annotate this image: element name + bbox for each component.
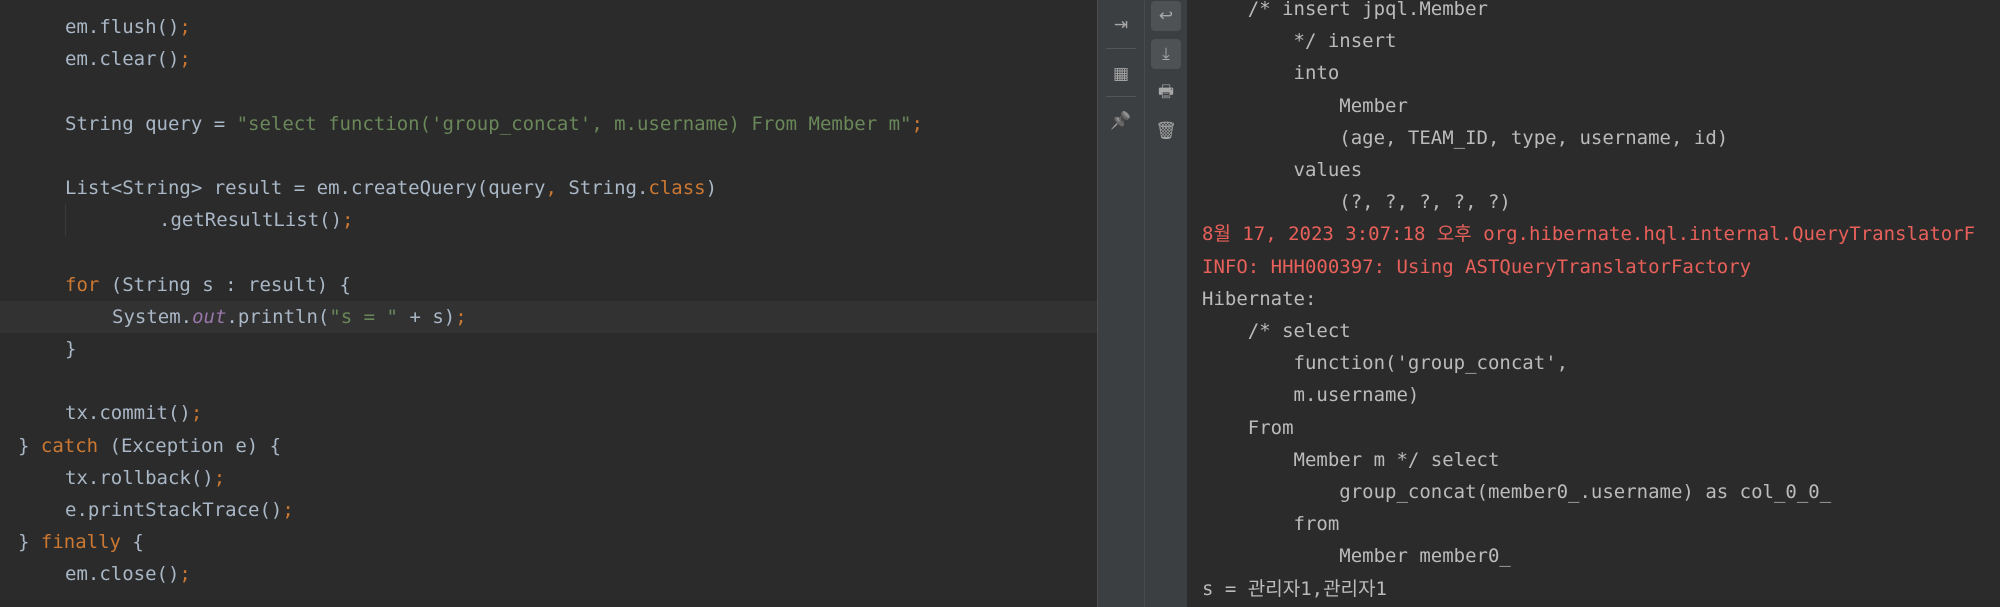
code-token: + s) [398,305,456,328]
code-line-rollback[interactable]: tx.rollback(); [0,462,1097,494]
code-token: ; [282,499,294,521]
scroll-to-end-button[interactable]: ⤓ [1151,39,1181,69]
code-line-flush[interactable]: em.flush(); [0,11,1097,43]
console-log-line: Member member0_ [1202,545,1511,568]
console-log-line: s = 관리자1,관리자1 [1202,577,1387,600]
code-line-blank2[interactable] [0,140,1097,172]
code-token: String query = [65,112,237,135]
code-token: String. [556,177,649,199]
code-token: finally [40,531,121,554]
code-token: { [120,531,144,554]
code-token: ; [179,16,191,38]
code-token: System. [112,305,193,328]
toolbar-separator [1106,96,1136,97]
code-line-clear[interactable]: em.clear(); [0,43,1097,75]
code-token: , [545,177,557,199]
layout-button[interactable]: ▦ [1106,59,1136,89]
console-log-line: from [1202,513,1340,536]
code-token: ; [213,466,226,489]
code-token: for [65,273,100,296]
code-line-finally[interactable]: } finally { [0,526,1097,558]
console-log-line: (?, ?, ?, ?, ?) [1202,191,1511,214]
code-token: } [18,531,41,554]
layout-icon: ▦ [1112,64,1130,84]
code-token: e.printStackTrace() [65,499,283,521]
soft-wrap-icon: ↩ [1158,6,1174,26]
code-token: "s = " [329,305,398,328]
code-token: (String s : result) { [99,273,351,296]
console-log-line: function('group_concat', [1202,352,1569,375]
code-token: "select function('group_concat', m.usern… [236,112,912,135]
code-line-catch[interactable]: } catch (Exception e) { [0,430,1097,462]
code-line-query[interactable]: String query = "select function('group_c… [0,108,1097,140]
code-editor[interactable]: em.flush(); em.clear(); String query = "se… [0,0,1097,607]
pin-icon: 📌 [1110,111,1132,131]
code-line-for[interactable]: for (String s : result) { [0,269,1097,301]
run-console-output[interactable]: /* insert jpql.Member */ insert into Mem… [1187,0,2000,607]
console-log-line: /* select [1202,320,1351,342]
console-log-line: */ insert [1202,30,1397,53]
console-log-line: into [1202,62,1340,85]
console-log-line: Hibernate: [1202,287,1317,310]
restore-layout-icon: ⇥ [1113,15,1129,35]
code-line-emclose[interactable]: em.close(); [0,558,1097,590]
code-line-printstack[interactable]: e.printStackTrace(); [0,494,1097,526]
trash-button[interactable]: 🗑 [1151,116,1181,146]
code-line-blank1[interactable] [0,75,1097,107]
print-icon: 🖶 [1157,81,1175,102]
code-token: em.flush() [65,16,180,38]
code-token: em.close() [65,563,180,586]
code-line-blank3[interactable] [0,236,1097,268]
code-token: .println( [226,305,330,328]
code-token: em.clear() [65,48,180,71]
code-token: tx.commit() [65,402,191,425]
ide-window: em.flush(); em.clear(); String query = "se… [0,0,2000,607]
code-token: ; [911,112,923,135]
code-token: } [65,338,77,360]
code-line-blank4[interactable] [0,365,1097,397]
code-line-getresult[interactable]: .getResultList(); [0,204,1097,236]
code-line-println[interactable]: System.out.println("s = " + s); [0,300,1097,333]
console-log-line: (age, TEAM_ID, type, username, id) [1202,126,1729,149]
trash-icon: 🗑 [1155,121,1177,141]
soft-wrap-button[interactable]: ↩ [1151,1,1181,31]
console-log-line-error: 8월 17, 2023 3:07:18 오후 org.hibernate.hql… [1202,223,1976,246]
code-token: (Exception e) { [98,434,282,457]
code-token: ) [705,177,718,199]
code-token: class [648,177,706,199]
console-log-line: group_concat(member0_.username) as col_0… [1202,481,1832,503]
indent-guide [65,204,66,237]
print-button[interactable]: 🖶 [1151,78,1181,108]
code-line-commit[interactable]: tx.commit(); [0,397,1097,429]
code-token: .getResultList() [159,209,343,232]
code-line-list[interactable]: List<String> result = em.createQuery(que… [0,172,1097,204]
code-line-close-brace[interactable]: } [0,333,1097,365]
console-log-line-error: INFO: HHH000397: Using ASTQueryTranslato… [1202,255,1752,278]
console-log-line: values [1202,159,1363,181]
console-right-toolbar: ↩ ⤓ 🖶 🗑 [1144,0,1187,607]
code-token: ; [179,48,191,71]
code-token: List<String> result = em.createQuery(que… [65,177,546,199]
console-log-line: Member [1202,94,1408,117]
console-log-line: /* insert jpql.Member [1202,0,1488,20]
code-token: ; [455,305,467,328]
code-token: } [18,434,41,457]
scroll-to-end-icon: ⤓ [1162,44,1170,64]
console-log-line: Member m */ select [1202,448,1500,471]
code-token: ; [190,402,203,425]
console-log-line: m.username) [1202,384,1420,407]
console-left-toolbar: ⇥ ▦ 📌 [1098,0,1144,607]
pin-button[interactable]: 📌 [1106,106,1136,136]
toolbar-separator [1106,48,1136,49]
code-token: catch [40,434,99,457]
restore-layout-button[interactable]: ⇥ [1106,10,1136,40]
code-token: out [192,305,227,328]
code-token: ; [179,563,191,586]
code-token: tx.rollback() [65,466,214,489]
console-log-line: From [1202,416,1294,439]
code-token: ; [342,209,354,232]
